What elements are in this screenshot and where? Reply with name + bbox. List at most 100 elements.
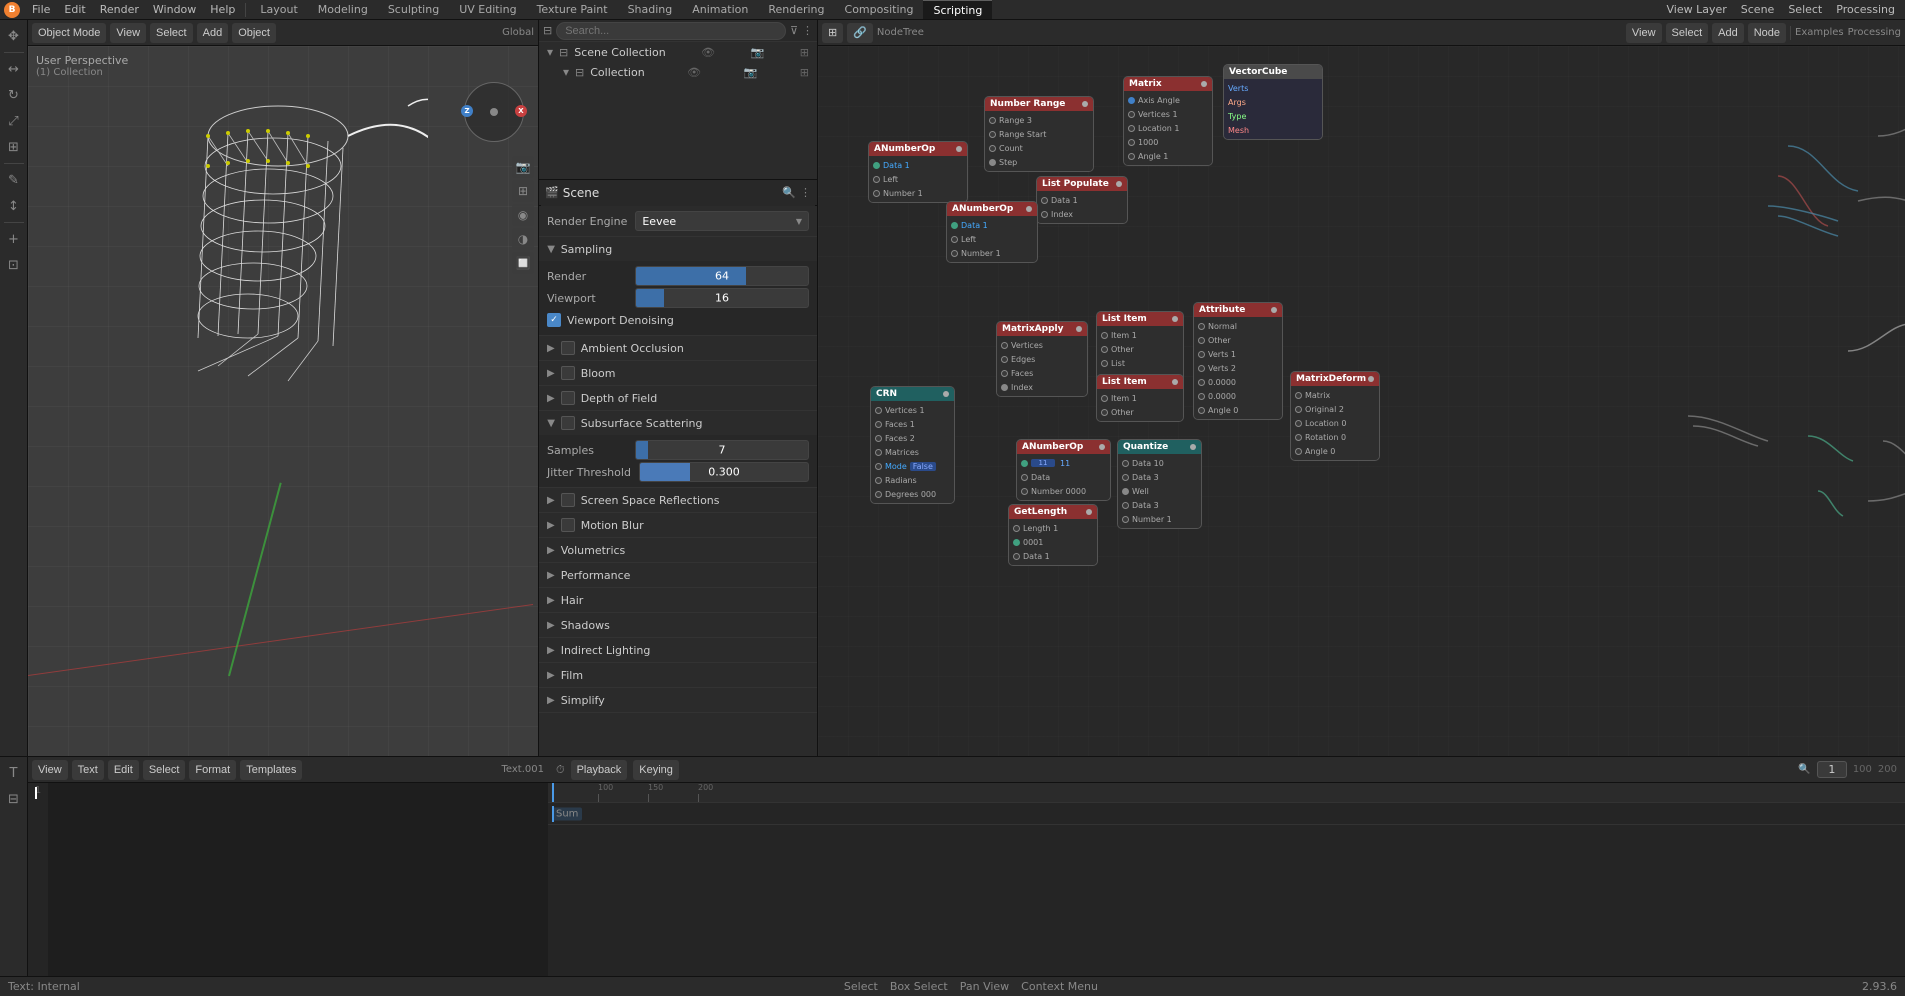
viewport-add-btn[interactable]: Add [197,23,229,43]
il-header[interactable]: ▶ Indirect Lighting [539,638,817,662]
node-anumber-op[interactable]: ANumberOp Data 1 Left Number 1 [946,201,1038,263]
bloom-checkbox[interactable] [561,366,575,380]
tab-rendering[interactable]: Rendering [758,0,834,19]
viewport-mode-btn[interactable]: Object Mode [32,23,106,43]
node-list-item-2[interactable]: List Item Item 1 Other [1096,374,1184,422]
ssr-header[interactable]: ▶ Screen Space Reflections [539,488,817,512]
menu-render[interactable]: Render [94,0,145,19]
tool-annotate[interactable]: ✎ [2,168,26,192]
shadows-header[interactable]: ▶ Shadows [539,613,817,637]
timeline-keying-btn[interactable]: Keying [633,760,679,780]
mb-checkbox[interactable] [561,518,575,532]
tab-modeling[interactable]: Modeling [308,0,378,19]
outliner-filter-icon[interactable]: ⊽ [790,24,798,37]
node-header-editor-btn[interactable]: ⊞ [822,23,843,43]
menu-window[interactable]: Window [147,0,202,19]
timeline-search-icon[interactable]: 🔍 [1798,764,1810,775]
node-editor-canvas[interactable]: Number Range Range 3 Range Start Count S… [818,46,1905,756]
data-icon[interactable]: ⊞ [800,46,809,59]
sss-checkbox[interactable] [561,416,575,430]
status-select[interactable]: Select [844,980,878,993]
outliner-search[interactable] [556,22,786,40]
simplify-header[interactable]: ▶ Simplify [539,688,817,712]
ssr-checkbox[interactable] [561,493,575,507]
node-header-add-btn[interactable]: Add [1712,23,1744,43]
tool-add[interactable]: + [2,227,26,251]
timeline-playhead[interactable] [552,783,554,802]
eye-icon-2[interactable]: 👁 [687,66,701,79]
node-number-range[interactable]: Number Range Range 3 Range Start Count S… [984,96,1094,172]
tab-scripting[interactable]: Scripting [923,0,992,19]
viewport-denoising-checkbox[interactable]: ✓ [547,313,561,327]
vp-tool-grid[interactable]: ⊞ [512,180,534,202]
text-select-btn[interactable]: Select [143,760,186,780]
menu-help[interactable]: Help [204,0,241,19]
node-matrix-input[interactable]: ANumberOp Data 1 Left Number 1 [868,141,968,203]
mb-header[interactable]: ▶ Motion Blur [539,513,817,537]
bloom-header[interactable]: ▶ Bloom [539,361,817,385]
node-vector-cube[interactable]: VectorCube Verts Args Type Mesh [1223,64,1323,140]
sss-jitter-bar[interactable]: 0.300 [639,462,809,482]
viewport-view-btn[interactable]: View [110,23,146,43]
timeline-playback-btn[interactable]: Playback [571,760,628,780]
film-header[interactable]: ▶ Film [539,663,817,687]
outliner-scene-collection[interactable]: ▾ ⊟ Scene Collection 👁 📷 ⊞ [539,42,817,62]
sampling-header[interactable]: ▶ Sampling [539,237,817,261]
props-options-icon[interactable]: ⋮ [800,186,811,199]
props-search-icon[interactable]: 🔍 [782,186,796,199]
viewport-object-btn[interactable]: Object [232,23,276,43]
menu-processing[interactable]: Processing [1830,0,1901,19]
node-header-view-btn[interactable]: View [1626,23,1662,43]
dof-header[interactable]: ▶ Depth of Field [539,386,817,410]
node-header-nodetree-btn[interactable]: 🔗 [847,23,873,43]
text-templates-btn[interactable]: Templates [240,760,302,780]
vp-tool-snap[interactable]: 🔲 [512,252,534,274]
text-text-btn[interactable]: Text [72,760,104,780]
tab-sculpting[interactable]: Sculpting [378,0,449,19]
node-quantize[interactable]: Quantize Data 10 Data 3 Well Data 3 Numb… [1117,439,1202,529]
tab-compositing[interactable]: Compositing [835,0,924,19]
node-anumber-op-2[interactable]: ANumberOp 11 11 Data Number 0000 [1016,439,1111,501]
render-icon-2[interactable]: 📷 [744,66,758,79]
node-matrix[interactable]: Matrix Axis Angle Vertices 1 Location 1 … [1123,76,1213,166]
bottom-sidebar-icon-2[interactable]: ⊟ [2,787,26,811]
sss-samples-bar[interactable]: 7 [635,440,809,460]
vp-tool-overlay[interactable]: ◉ [512,204,534,226]
menu-edit[interactable]: Edit [58,0,91,19]
timeline-current-frame[interactable]: 1 [1817,761,1847,778]
node-crn[interactable]: CRN Vertices 1 Faces 1 Faces 2 Matrices … [870,386,955,504]
render-samples-bar[interactable]: 64 [635,266,809,286]
vp-tool-camera[interactable]: 📷 [512,156,534,178]
text-format-btn[interactable]: Format [189,760,236,780]
node-get-length[interactable]: GetLength Length 1 0001 Data 1 [1008,504,1098,566]
node-header-node-btn[interactable]: Node [1748,23,1786,43]
text-area-content[interactable]: 1 [28,783,548,976]
nav-z-dot[interactable]: Z [461,105,473,117]
node-attribute[interactable]: Attribute Normal Other Verts 1 Verts 2 0… [1193,302,1283,420]
tab-animation[interactable]: Animation [682,0,758,19]
eye-icon[interactable]: 👁 [701,46,715,59]
status-context[interactable]: Context Menu [1021,980,1098,993]
tool-rotate[interactable]: ↻ [2,83,26,107]
menu-select[interactable]: Select [1782,0,1828,19]
tool-measure[interactable]: ↕ [2,194,26,218]
vp-tool-shading[interactable]: ◑ [512,228,534,250]
ao-checkbox[interactable] [561,341,575,355]
tool-move[interactable]: ↔ [2,57,26,81]
vol-header[interactable]: ▶ Volumetrics [539,538,817,562]
ambient-occlusion-header[interactable]: ▶ Ambient Occlusion [539,336,817,360]
viewport-select-btn[interactable]: Select [150,23,193,43]
text-view-btn[interactable]: View [32,760,68,780]
tool-cursor[interactable]: ✥ [2,24,26,48]
status-box-select[interactable]: Box Select [890,980,948,993]
menu-scene[interactable]: Scene [1735,0,1781,19]
outliner-options-icon[interactable]: ⋮ [802,24,813,37]
dof-checkbox[interactable] [561,391,575,405]
perf-header[interactable]: ▶ Performance [539,563,817,587]
tab-texture-paint[interactable]: Texture Paint [527,0,618,19]
blender-logo[interactable]: B [4,2,20,18]
nav-x-dot[interactable]: X [515,105,527,117]
menu-file[interactable]: File [26,0,56,19]
text-edit-btn[interactable]: Edit [108,760,139,780]
menu-view-layer[interactable]: View Layer [1660,0,1732,19]
